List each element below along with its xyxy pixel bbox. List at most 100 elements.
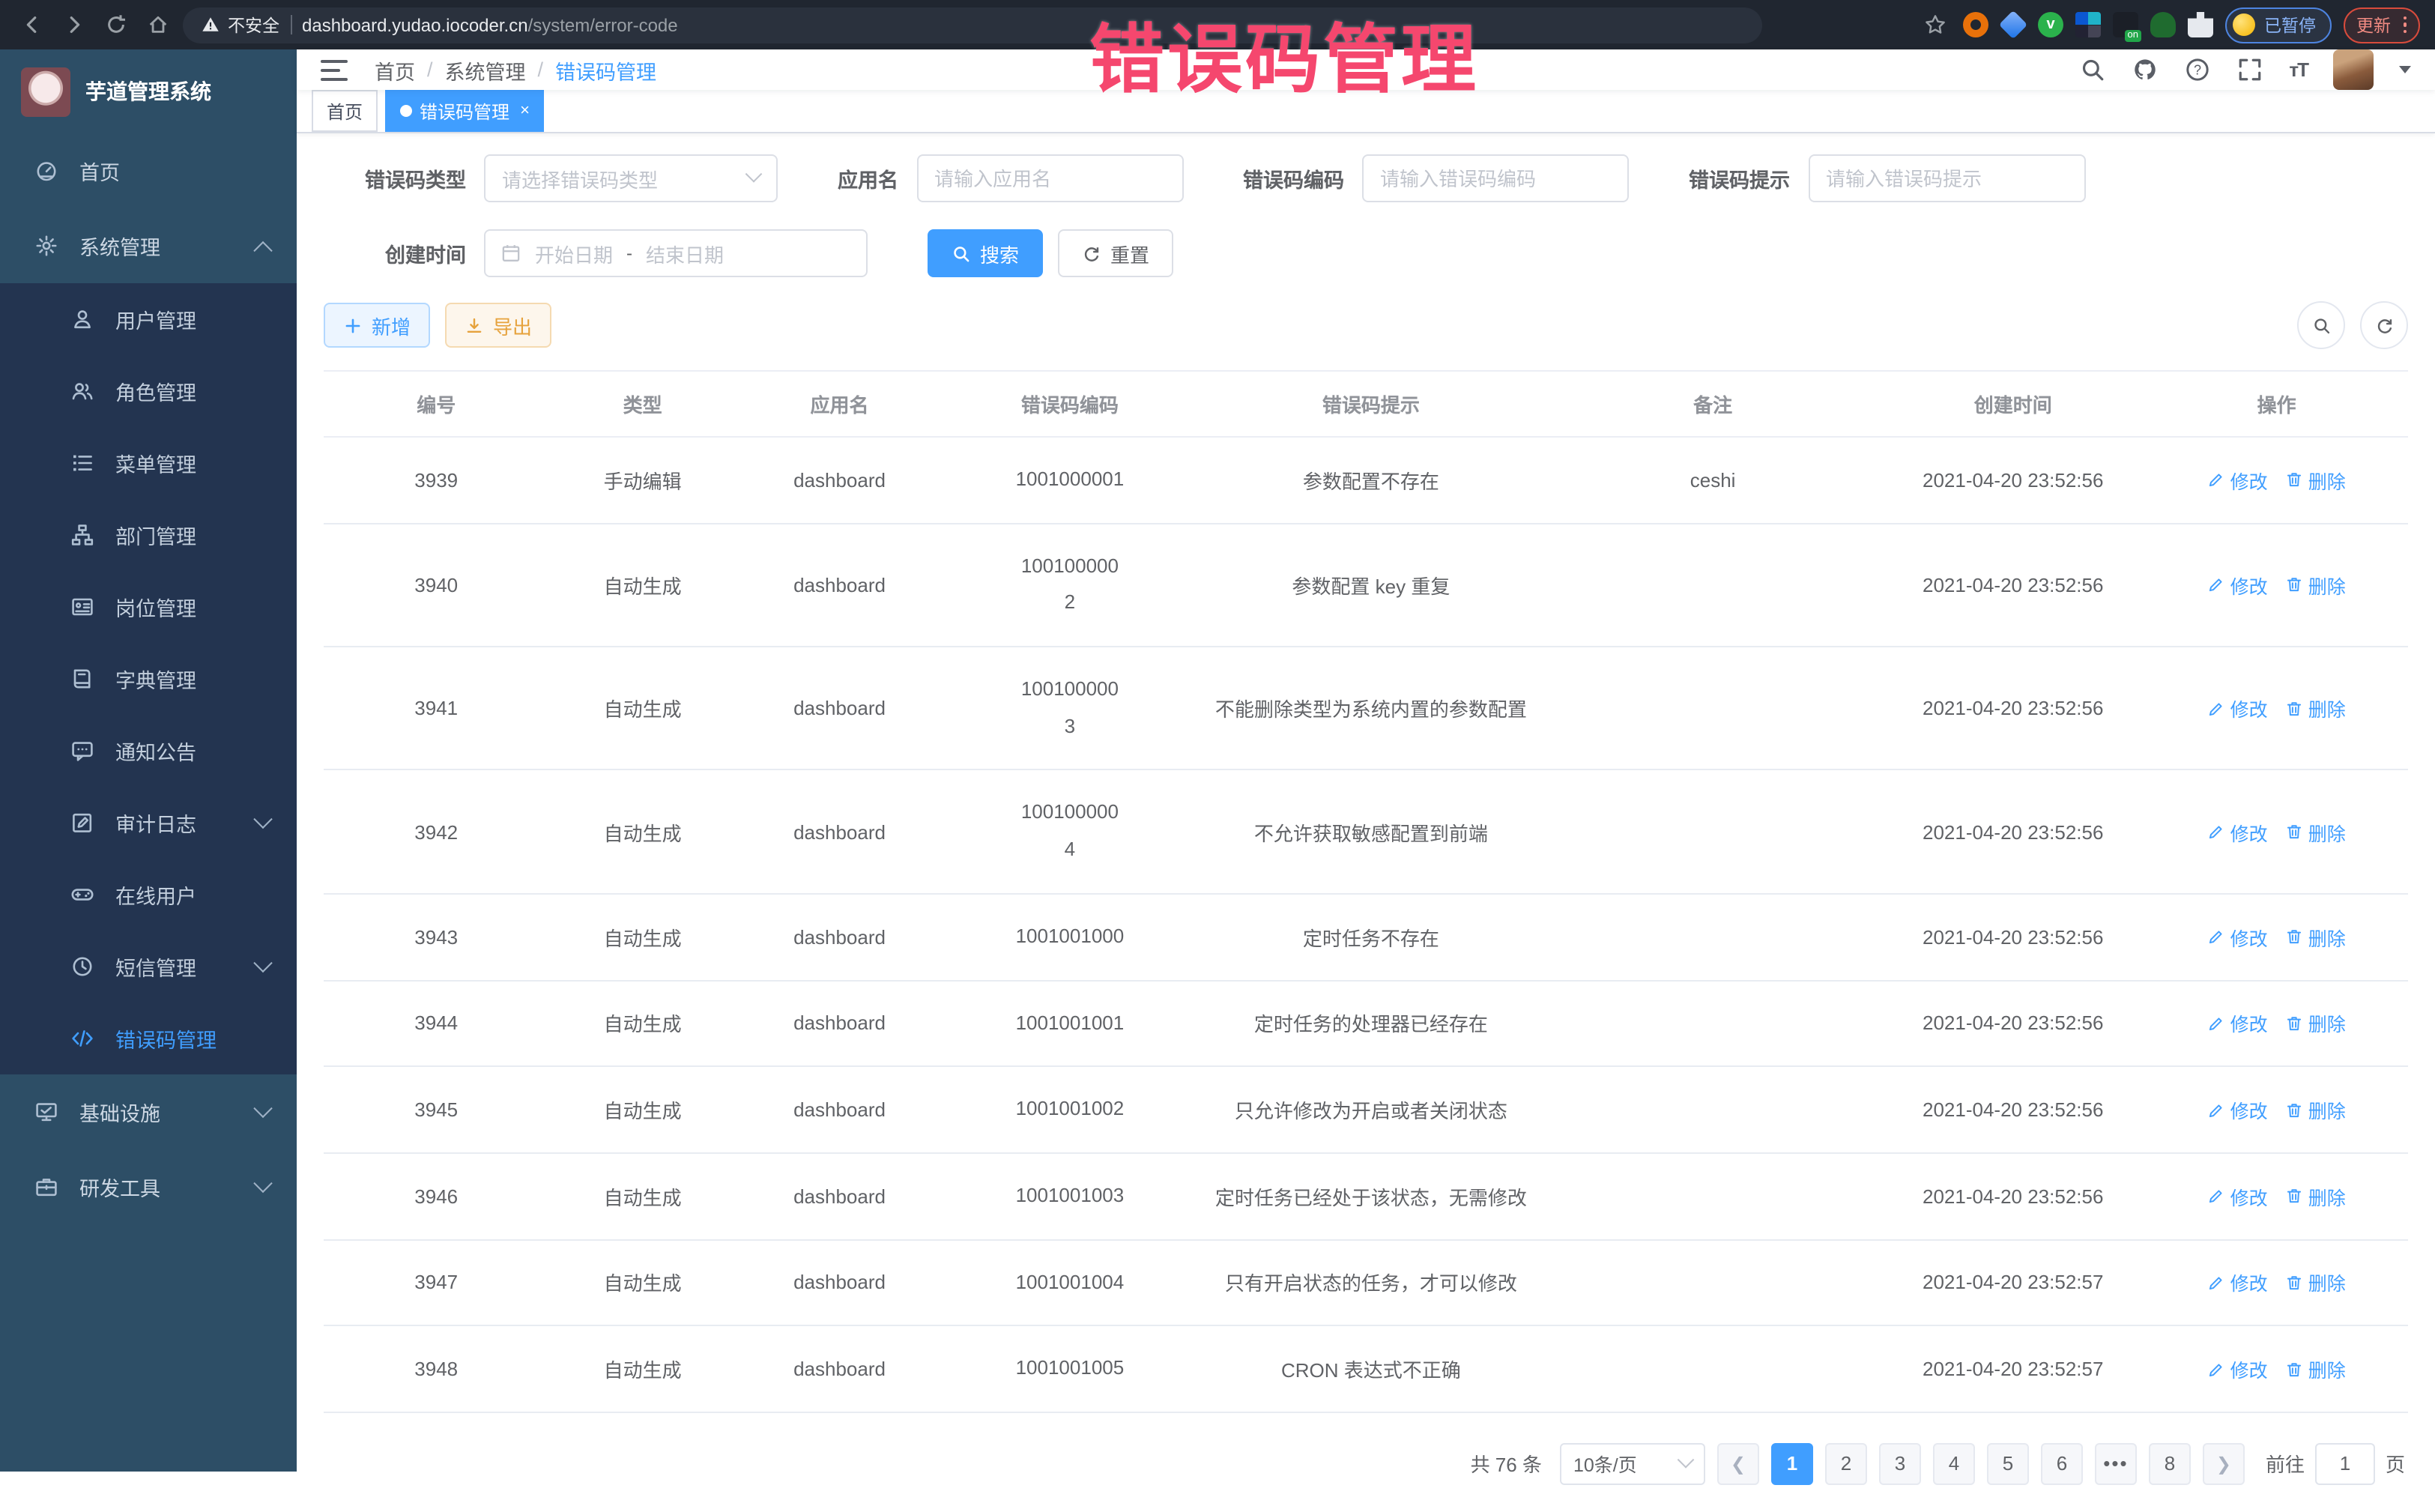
reset-button[interactable]: 重置 — [1058, 229, 1173, 277]
extension-icon[interactable] — [2150, 12, 2176, 37]
edit-link[interactable]: 修改 — [2208, 571, 2268, 599]
sidebar-item-system[interactable]: 系统管理 — [0, 208, 297, 283]
help-icon[interactable]: ? — [2184, 56, 2211, 83]
end-date-placeholder: 结束日期 — [646, 239, 724, 267]
bookmark-star-icon[interactable] — [1918, 8, 1951, 41]
export-button[interactable]: 导出 — [445, 303, 551, 348]
delete-link[interactable]: 删除 — [2286, 571, 2346, 599]
fullscreen-icon[interactable] — [2236, 56, 2263, 83]
delete-link[interactable]: 删除 — [2286, 695, 2346, 723]
delete-link[interactable]: 删除 — [2286, 817, 2346, 846]
sidebar-item-dev-tools[interactable]: 研发工具 — [0, 1149, 297, 1224]
tab-inactive[interactable]: 首页 — [312, 90, 378, 132]
extension-icon[interactable] — [1999, 10, 2027, 39]
edit-link[interactable]: 修改 — [2208, 922, 2268, 951]
search-icon[interactable] — [2079, 56, 2106, 83]
next-page-button[interactable]: ❯ — [2203, 1443, 2245, 1485]
refresh-button[interactable] — [2360, 301, 2408, 349]
address-bar[interactable]: 不安全 dashboard.yudao.iocoder.cn/system/er… — [183, 7, 1762, 43]
delete-link[interactable]: 删除 — [2286, 1009, 2346, 1038]
forward-icon[interactable] — [57, 8, 90, 41]
edit-link[interactable]: 修改 — [2208, 695, 2268, 723]
sidebar-item-infra[interactable]: 基础设施 — [0, 1074, 297, 1149]
chevron-down-icon — [1678, 1451, 1695, 1469]
page-button-3[interactable]: 3 — [1879, 1443, 1921, 1485]
delete-link[interactable]: 删除 — [2286, 1355, 2346, 1383]
breadcrumb-item[interactable]: 首页 — [375, 55, 415, 85]
row-time: 2021-04-20 23:52:56 — [1881, 1066, 2145, 1152]
error-msg-input[interactable] — [1808, 154, 2085, 202]
user-avatar[interactable] — [2333, 49, 2374, 90]
page-button-2[interactable]: 2 — [1825, 1443, 1867, 1485]
row-msg: 参数配置不存在 — [1197, 437, 1546, 523]
page-content: 错误码类型 请选择错误码类型 应用名 错误码编码 — [297, 133, 2435, 1512]
sidebar-item-menu[interactable]: 菜单管理 — [0, 427, 297, 499]
row-code: 1001001001 — [943, 980, 1197, 1066]
error-type-select[interactable]: 请选择错误码类型 — [484, 154, 778, 202]
back-icon[interactable] — [15, 8, 48, 41]
edit-link[interactable]: 修改 — [2208, 1355, 2268, 1383]
extension-icon[interactable]: v — [2038, 12, 2063, 37]
extension-icon[interactable] — [2113, 12, 2138, 37]
edit-link[interactable]: 修改 — [2208, 1182, 2268, 1210]
tab-active[interactable]: 错误码管理× — [385, 90, 545, 132]
app-logo-row[interactable]: 芋道管理系统 — [0, 49, 297, 133]
breadcrumb-item[interactable]: 系统管理 — [445, 55, 526, 85]
edit-link[interactable]: 修改 — [2208, 817, 2268, 846]
app-name-input[interactable] — [916, 154, 1183, 202]
sidebar-item-online-user[interactable]: 在线用户 — [0, 859, 297, 931]
row-actions: 修改删除 — [2145, 770, 2408, 894]
create-time-range-picker[interactable]: 开始日期 - 结束日期 — [484, 229, 868, 277]
delete-link[interactable]: 删除 — [2286, 1182, 2346, 1210]
sidebar-item-post[interactable]: 岗位管理 — [0, 571, 297, 643]
more-pages-icon[interactable]: ••• — [2095, 1443, 2137, 1485]
page-button-8[interactable]: 8 — [2149, 1443, 2191, 1485]
page-button-5[interactable]: 5 — [1987, 1443, 2029, 1485]
goto-page-input[interactable] — [2315, 1443, 2375, 1485]
security-warning[interactable]: 不安全 — [201, 13, 279, 37]
sidebar-item-user[interactable]: 用户管理 — [0, 283, 297, 355]
row-app: dashboard — [736, 1153, 943, 1239]
search-button[interactable]: 搜索 — [928, 229, 1043, 277]
browser-menu-icon[interactable] — [2403, 16, 2407, 34]
edit-link[interactable]: 修改 — [2208, 1009, 2268, 1038]
profile-paused-badge[interactable]: 已暂停 — [2225, 7, 2331, 43]
error-code-input[interactable] — [1362, 154, 1629, 202]
extension-icon[interactable] — [1963, 12, 1988, 37]
sidebar-item-notice[interactable]: 通知公告 — [0, 715, 297, 787]
extensions-puzzle-icon[interactable] — [2188, 12, 2213, 37]
browser-update-button[interactable]: 更新 — [2343, 7, 2420, 43]
sidebar-item-error-code[interactable]: 错误码管理 — [0, 1003, 297, 1074]
sidebar-item-sms[interactable]: 短信管理 — [0, 931, 297, 1003]
reload-icon[interactable] — [99, 8, 132, 41]
delete-link[interactable]: 删除 — [2286, 466, 2346, 495]
add-button[interactable]: 新增 — [324, 303, 430, 348]
page-size-select[interactable]: 10条/页 — [1560, 1443, 1705, 1485]
breadcrumb-item[interactable]: 错误码管理 — [555, 55, 656, 85]
delete-link[interactable]: 删除 — [2286, 1268, 2346, 1297]
row-app: dashboard — [736, 1326, 943, 1412]
delete-link[interactable]: 删除 — [2286, 922, 2346, 951]
github-icon[interactable] — [2132, 56, 2159, 83]
hamburger-icon[interactable] — [321, 59, 348, 80]
home-icon[interactable] — [141, 8, 174, 41]
sidebar-item-audit-log[interactable]: 审计日志 — [0, 787, 297, 859]
row-time: 2021-04-20 23:52:56 — [1881, 894, 2145, 980]
page-button-6[interactable]: 6 — [2041, 1443, 2083, 1485]
sidebar-item-dict[interactable]: 字典管理 — [0, 643, 297, 715]
edit-link[interactable]: 修改 — [2208, 1095, 2268, 1124]
edit-link[interactable]: 修改 — [2208, 466, 2268, 495]
chevron-down-icon[interactable] — [2399, 66, 2411, 73]
show-search-button[interactable] — [2297, 301, 2345, 349]
page-button-4[interactable]: 4 — [1933, 1443, 1975, 1485]
sidebar-item-home[interactable]: 首页 — [0, 133, 297, 208]
extension-icon[interactable] — [2075, 12, 2101, 37]
edit-link[interactable]: 修改 — [2208, 1268, 2268, 1297]
close-icon[interactable]: × — [520, 102, 530, 120]
page-button-1[interactable]: 1 — [1771, 1443, 1813, 1485]
sidebar-item-role[interactable]: 角色管理 — [0, 355, 297, 427]
sidebar-item-dept[interactable]: 部门管理 — [0, 499, 297, 571]
delete-link[interactable]: 删除 — [2286, 1095, 2346, 1124]
font-size-icon[interactable]: тT — [2289, 58, 2308, 81]
prev-page-button[interactable]: ❮ — [1717, 1443, 1759, 1485]
